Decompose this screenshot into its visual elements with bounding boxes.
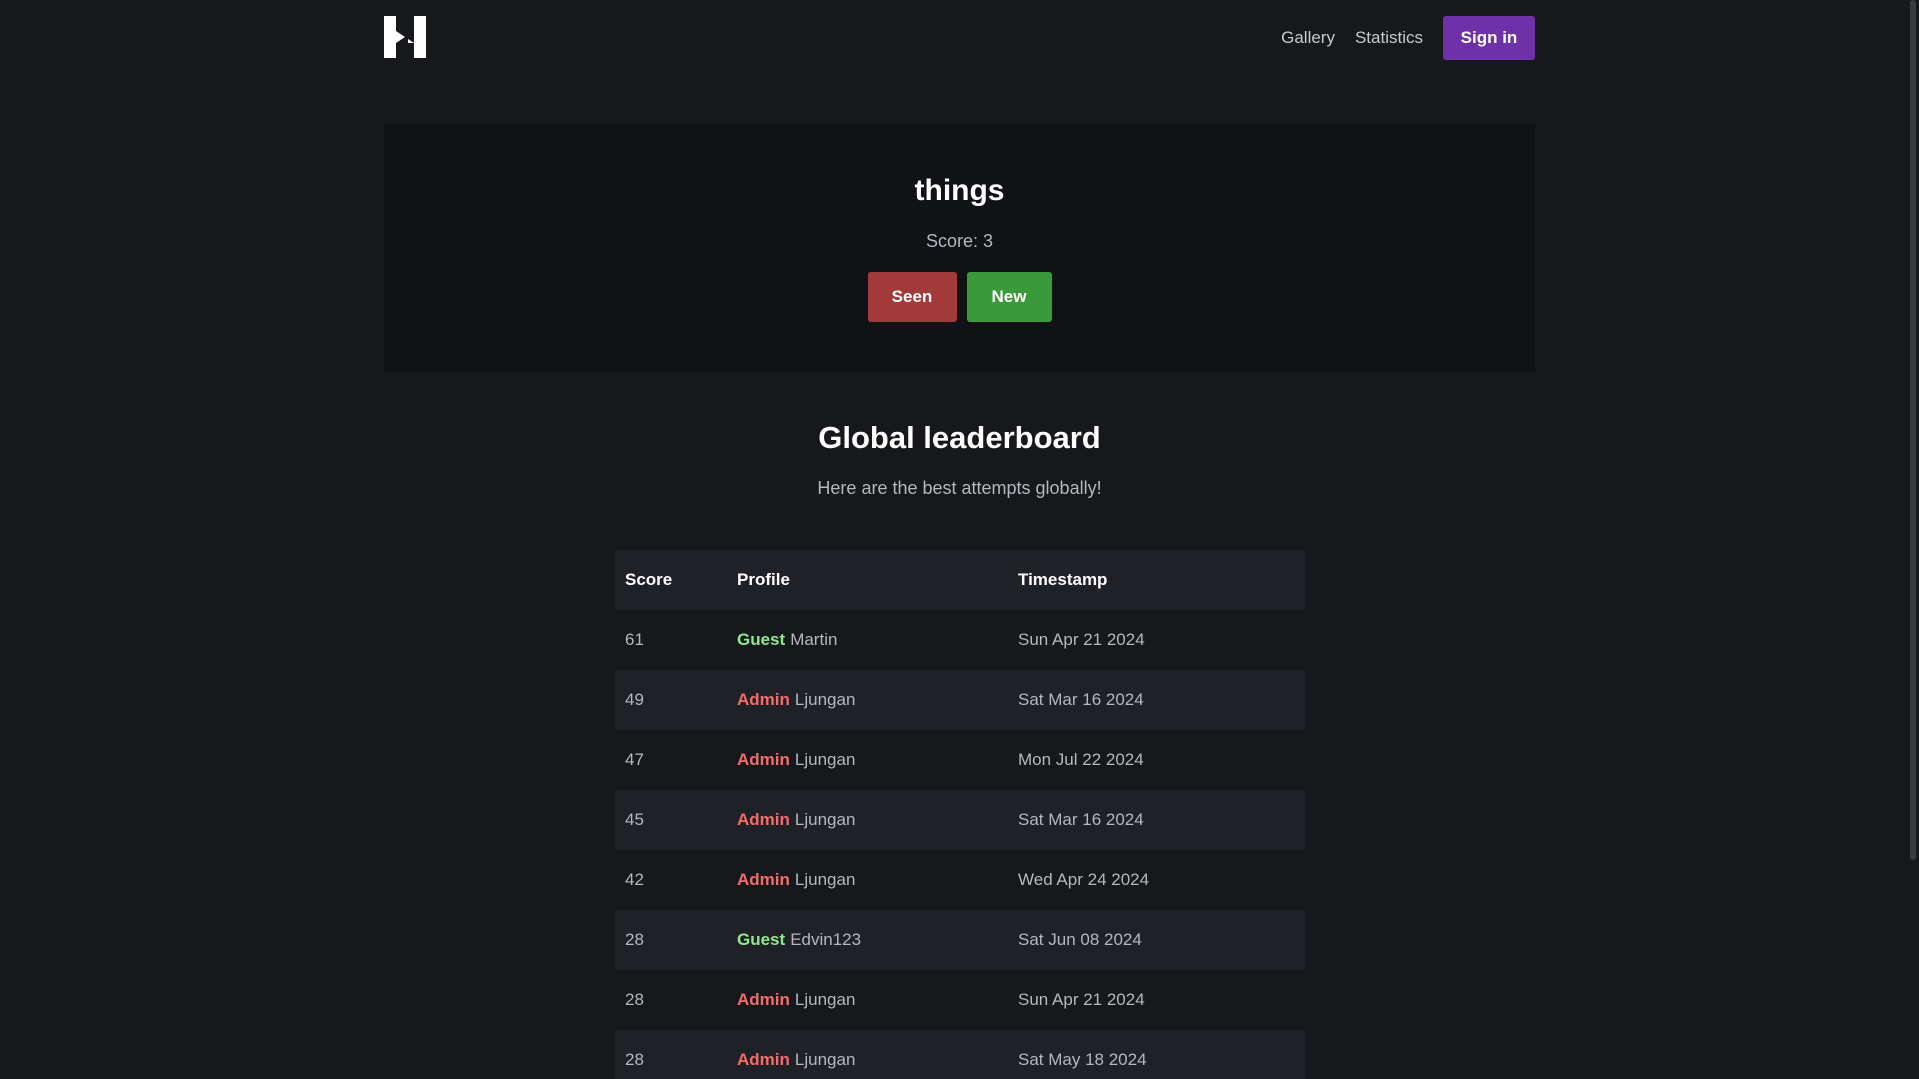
row-profile[interactable]: Admin Ljungan <box>737 690 1018 710</box>
game-card: things Score: 3 Seen New <box>384 124 1535 372</box>
profile-name: Edvin123 <box>790 930 862 949</box>
table-header-row: Score Profile Timestamp <box>615 550 1305 610</box>
row-score: 28 <box>625 930 644 949</box>
column-header-timestamp: Timestamp <box>1018 570 1108 589</box>
role-badge: Admin <box>737 870 790 889</box>
row-score: 49 <box>625 690 644 709</box>
answer-buttons: Seen New <box>384 272 1535 322</box>
role-badge: Guest <box>737 630 786 649</box>
row-timestamp: Sun Apr 21 2024 <box>1018 990 1145 1009</box>
h-letter-logo-icon[interactable] <box>384 16 426 58</box>
row-profile[interactable]: Guest Edvin123 <box>737 930 1018 950</box>
row-profile[interactable]: Admin Ljungan <box>737 750 1018 770</box>
table-row: 47 Admin Ljungan Mon Jul 22 2024 <box>615 730 1305 790</box>
row-score: 28 <box>625 990 644 1009</box>
table-row: 28 Admin Ljungan Sun Apr 21 2024 <box>615 970 1305 1030</box>
profile-name: Ljungan <box>794 990 856 1009</box>
column-header-profile: Profile <box>737 570 790 589</box>
table-row: 42 Admin Ljungan Wed Apr 24 2024 <box>615 850 1305 910</box>
row-score: 28 <box>625 1050 644 1069</box>
column-header-score: Score <box>625 570 673 589</box>
top-header: Gallery Statistics Sign in <box>384 16 1535 60</box>
role-badge: Guest <box>737 930 786 949</box>
row-profile[interactable]: Guest Martin <box>737 630 1018 650</box>
profile-name: Ljungan <box>794 690 856 709</box>
table-row: 28 Guest Edvin123 Sat Jun 08 2024 <box>615 910 1305 970</box>
table-row: 45 Admin Ljungan Sat Mar 16 2024 <box>615 790 1305 850</box>
leaderboard-subtitle: Here are the best attempts globally! <box>817 478 1102 498</box>
row-score: 42 <box>625 870 644 889</box>
table-row: 61 Guest Martin Sun Apr 21 2024 <box>615 610 1305 670</box>
table-row: 49 Admin Ljungan Sat Mar 16 2024 <box>615 670 1305 730</box>
row-timestamp: Sat Mar 16 2024 <box>1018 690 1144 709</box>
row-score: 47 <box>625 750 644 769</box>
profile-name: Ljungan <box>794 1050 856 1069</box>
row-timestamp: Sat Jun 08 2024 <box>1018 930 1142 949</box>
table-row: 28 Admin Ljungan Sat May 18 2024 <box>615 1030 1305 1079</box>
current-score: Score: 3 <box>925 231 994 251</box>
profile-name: Ljungan <box>794 750 856 769</box>
row-profile[interactable]: Admin Ljungan <box>737 810 1018 830</box>
nav-gallery-link[interactable]: Gallery <box>1281 28 1335 48</box>
page-scrollbar[interactable] <box>1907 0 1919 1079</box>
top-nav: Gallery Statistics Sign in <box>1281 16 1535 60</box>
role-badge: Admin <box>737 750 790 769</box>
row-profile[interactable]: Admin Ljungan <box>737 1050 1018 1070</box>
leaderboard-table: Score Profile Timestamp 61 Guest Martin S… <box>615 550 1305 1079</box>
row-score: 61 <box>625 630 644 649</box>
row-score: 45 <box>625 810 644 829</box>
row-profile[interactable]: Admin Ljungan <box>737 990 1018 1010</box>
new-button[interactable]: New <box>966 272 1052 322</box>
role-badge: Admin <box>737 690 790 709</box>
sign-in-button[interactable]: Sign in <box>1443 16 1535 60</box>
leaderboard-title: Global leaderboard <box>818 420 1101 455</box>
row-timestamp: Sat Mar 16 2024 <box>1018 810 1144 829</box>
profile-name: Ljungan <box>794 870 856 889</box>
role-badge: Admin <box>737 810 790 829</box>
scrollbar-thumb[interactable] <box>1910 0 1916 860</box>
row-profile[interactable]: Admin Ljungan <box>737 870 1018 890</box>
profile-name: Ljungan <box>794 810 856 829</box>
row-timestamp: Mon Jul 22 2024 <box>1018 750 1144 769</box>
app-viewport: Gallery Statistics Sign in things Score:… <box>0 0 1919 1079</box>
row-timestamp: Sun Apr 21 2024 <box>1018 630 1145 649</box>
current-word: things <box>914 174 1005 207</box>
profile-name: Martin <box>790 630 838 649</box>
role-badge: Admin <box>737 1050 790 1069</box>
row-timestamp: Wed Apr 24 2024 <box>1018 870 1150 889</box>
nav-statistics-link[interactable]: Statistics <box>1355 28 1423 48</box>
row-timestamp: Sat May 18 2024 <box>1018 1050 1147 1069</box>
seen-button[interactable]: Seen <box>867 272 957 322</box>
role-badge: Admin <box>737 990 790 1009</box>
